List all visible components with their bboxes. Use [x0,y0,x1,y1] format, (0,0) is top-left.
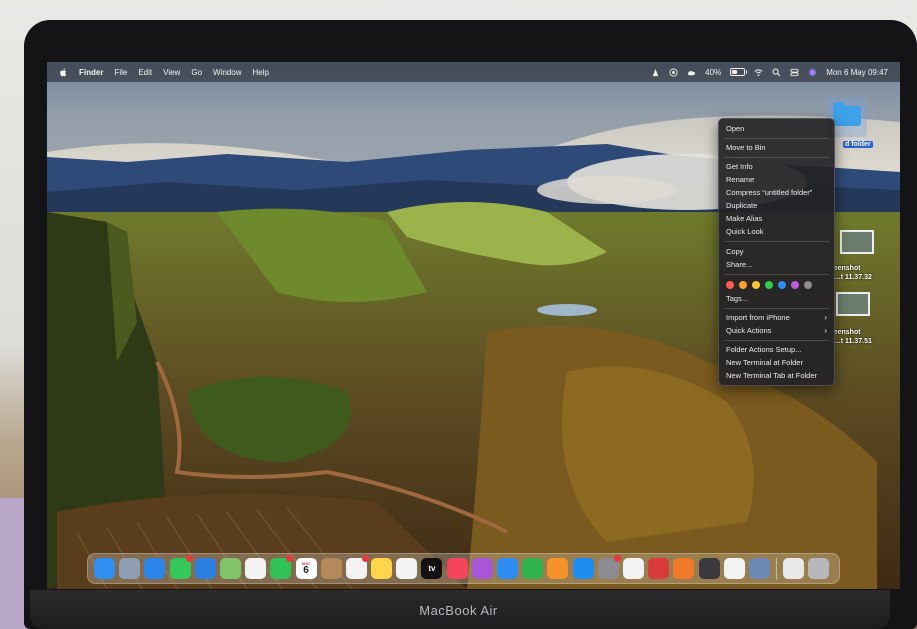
menu-view[interactable]: View [163,68,180,77]
menu-item-get-info[interactable]: Get Info [719,161,834,173]
facetime-icon[interactable] [270,555,294,579]
menu-edit[interactable]: Edit [138,68,152,77]
menu-item-tags[interactable]: Tags... [719,293,834,305]
battery-icon[interactable] [730,68,748,76]
menu-item-duplicate[interactable]: Duplicate [719,200,834,212]
screenshot-thumbnail-2[interactable] [836,292,870,316]
menu-window[interactable]: Window [213,68,241,77]
app-status-icon[interactable] [651,68,660,77]
tag-red-dot[interactable] [726,280,734,289]
podcasts-icon[interactable] [471,558,493,579]
context-menu: Open Move to Bin Get Info Rename Compres… [718,118,835,386]
tag-purple-dot[interactable] [791,280,799,289]
menu-item-folder-actions-setup[interactable]: Folder Actions Setup... [719,344,834,356]
menu-bar: Finder File Edit View Go Window Help 40%… [47,62,900,82]
battery-percent: 40% [705,67,722,77]
laptop-brand-label: MacBook Air [419,603,498,618]
control-center-icon[interactable] [790,68,799,77]
notification-badge [286,555,294,562]
menu-item-import-from-iphone[interactable]: Import from iPhone › [719,312,834,324]
music-icon[interactable] [446,558,468,579]
document-stack-icon[interactable] [783,558,805,579]
mail-icon[interactable] [194,558,216,579]
menu-item-new-terminal-tab[interactable]: New Terminal Tab at Folder [719,370,834,382]
dock-separator [776,557,778,580]
desktop-folder-label[interactable]: d folder [843,141,873,148]
screenshot-thumbnail-1[interactable] [840,230,874,254]
menu-item-move-to-bin[interactable]: Move to Bin [719,142,834,154]
tag-green-dot[interactable] [765,280,773,289]
claquette-icon[interactable] [698,558,720,579]
tag-grey-dot[interactable] [804,280,812,289]
messages-icon[interactable] [169,555,193,579]
photos-icon[interactable] [245,558,267,579]
dock: MAY 6 tv [87,553,840,584]
launchpad-icon[interactable] [119,558,141,579]
chevron-right-icon: › [824,313,827,322]
menu-clock[interactable]: Mon 6 May 09:47 [826,68,888,77]
menu-item-rename[interactable]: Rename [719,174,834,186]
freeform-icon[interactable] [396,558,418,579]
menu-separator [724,157,829,158]
chevron-right-icon: › [824,326,827,335]
menu-help[interactable]: Help [252,68,268,77]
menu-separator [724,241,829,242]
app-store-icon[interactable] [572,558,594,579]
menu-item-quick-actions[interactable]: Quick Actions › [719,325,834,337]
finder-icon[interactable] [94,558,115,579]
contacts-icon[interactable] [320,558,342,579]
menu-item-quick-look[interactable]: Quick Look [719,226,834,238]
bin-icon[interactable] [808,558,830,579]
menu-separator [724,138,829,139]
menu-go[interactable]: Go [191,68,202,77]
notification-badge [613,555,621,562]
menu-separator [724,340,829,341]
screenshot-label-2[interactable]: reenshot 0...t 11.37.51 [831,328,872,346]
notification-badge [361,555,369,562]
tag-color-row [726,280,812,289]
notification-badge [185,555,193,562]
antivirus-icon[interactable] [648,558,670,579]
calendar-day-label: 6 [303,565,309,576]
menu-separator [724,274,829,275]
creative-cloud-icon[interactable] [687,68,696,77]
wifi-icon[interactable] [754,68,763,77]
menu-item-share[interactable]: Share... [719,259,834,271]
apple-logo-icon[interactable] [59,68,68,77]
apple-tv-icon[interactable]: tv [421,558,443,579]
spotlight-search-icon[interactable] [772,68,781,77]
notes-icon[interactable] [371,558,393,579]
maps-icon[interactable] [219,558,241,579]
chrome-icon[interactable] [622,558,644,579]
vlc-icon[interactable] [723,558,745,579]
menu-item-make-alias[interactable]: Make Alias [719,213,834,225]
tag-orange-dot[interactable] [739,280,747,289]
apple-tv-label: tv [428,564,436,573]
menu-app-finder[interactable]: Finder [79,68,103,77]
firefox-icon[interactable] [673,558,695,579]
tag-blue-dot[interactable] [778,280,786,289]
pages-icon[interactable] [547,558,569,579]
calendar-icon[interactable]: MAY 6 [295,558,317,579]
menu-item-compress[interactable]: Compress “untitled folder” [719,187,834,199]
numbers-icon[interactable] [522,558,544,579]
menu-item-open[interactable]: Open [719,123,834,135]
reminders-icon[interactable] [345,555,369,579]
menu-item-copy[interactable]: Copy [719,246,834,258]
menu-separator [724,308,829,309]
menu-file[interactable]: File [114,68,127,77]
keynote-icon[interactable] [497,558,518,579]
menu-item-new-terminal[interactable]: New Terminal at Folder [719,357,834,369]
screen-recorder-icon[interactable] [669,67,678,77]
tag-yellow-dot[interactable] [752,280,760,289]
system-settings-icon[interactable] [597,555,621,579]
safari-icon[interactable] [144,558,166,579]
screenshot-label-1[interactable]: reenshot 0...t 11.37.32 [831,264,872,282]
screen: Finder File Edit View Go Window Help 40%… [47,62,900,589]
preview-icon[interactable] [748,558,770,579]
siri-icon[interactable] [808,68,817,77]
